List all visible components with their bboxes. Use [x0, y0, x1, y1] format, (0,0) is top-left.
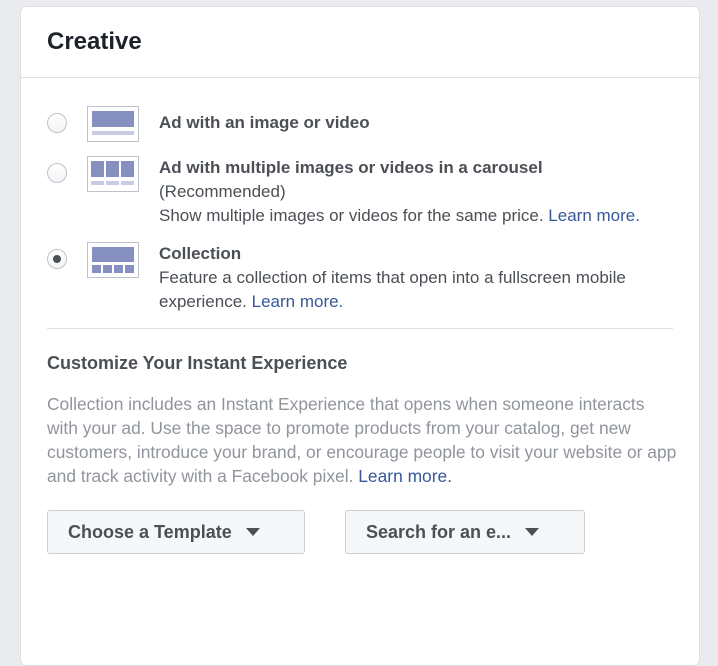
option-single-image-text: Ad with an image or video — [159, 106, 669, 135]
option-single-image[interactable]: Ad with an image or video — [47, 106, 673, 142]
carousel-thumbnail-icon — [87, 156, 139, 192]
option-title: Ad with an image or video — [159, 113, 370, 132]
learn-more-link[interactable]: Learn more. — [548, 206, 640, 225]
button-label: Search for an e... — [366, 521, 512, 542]
chevron-down-icon — [245, 528, 260, 536]
option-description-text: Feature a collection of items that open … — [159, 268, 626, 311]
option-description: Show multiple images or videos for the s… — [159, 204, 669, 228]
button-label: Choose a Template — [68, 521, 232, 542]
choose-template-button[interactable]: Choose a Template — [47, 510, 305, 554]
instant-experience-section: Customize Your Instant Experience Collec… — [21, 329, 699, 554]
creative-panel: Creative Ad with an image or video Ad wi… — [20, 6, 700, 666]
option-title: Collection — [159, 244, 242, 263]
section-description: Collection includes an Instant Experienc… — [47, 392, 677, 488]
section-title: Customize Your Instant Experience — [47, 353, 348, 373]
learn-more-link[interactable]: Learn more. — [358, 466, 452, 486]
instant-experience-buttons: Choose a Template Search for an e... — [47, 510, 673, 554]
radio-single-image[interactable] — [47, 113, 67, 133]
creative-format-options: Ad with an image or video Ad with multip… — [21, 78, 699, 314]
option-carousel-text: Ad with multiple images or videos in a c… — [159, 156, 669, 228]
option-collection-text: Collection Feature a collection of items… — [159, 242, 669, 314]
radio-carousel[interactable] — [47, 163, 67, 183]
panel-title: Creative — [47, 28, 142, 55]
option-description-text: Show multiple images or videos for the s… — [159, 206, 544, 225]
chevron-down-icon — [525, 528, 540, 536]
learn-more-link[interactable]: Learn more. — [252, 292, 344, 311]
option-collection[interactable]: Collection Feature a collection of items… — [47, 242, 673, 314]
option-title: Ad with multiple images or videos in a c… — [159, 158, 543, 177]
search-experience-button[interactable]: Search for an e... — [345, 510, 585, 554]
radio-collection[interactable] — [47, 249, 67, 269]
option-carousel[interactable]: Ad with multiple images or videos in a c… — [47, 156, 673, 228]
option-description: Feature a collection of items that open … — [159, 266, 669, 314]
panel-header: Creative — [21, 7, 699, 78]
option-note: (Recommended) — [159, 182, 286, 201]
collection-thumbnail-icon — [87, 242, 139, 278]
single-image-thumbnail-icon — [87, 106, 139, 142]
